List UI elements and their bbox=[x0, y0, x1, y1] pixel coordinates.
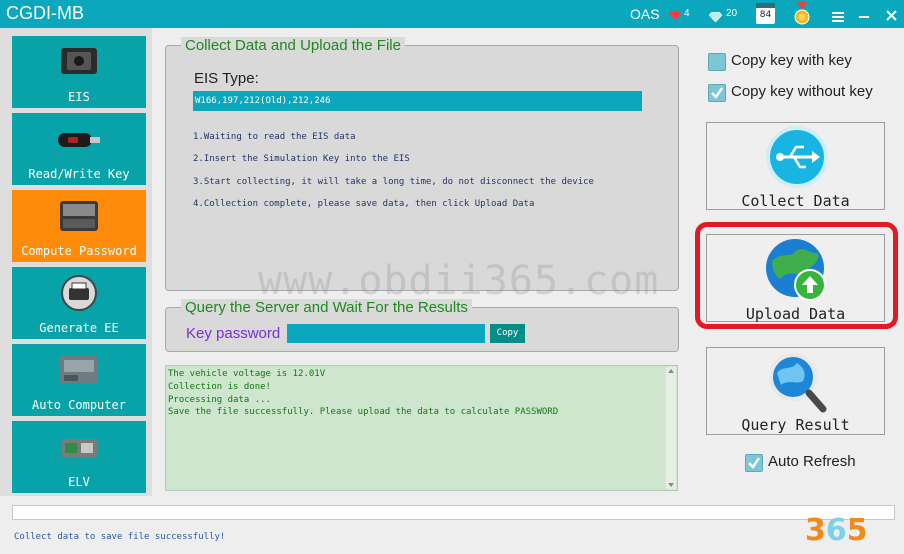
menu-icon[interactable] bbox=[832, 9, 844, 27]
status-message: Collect data to save file successfully! bbox=[14, 532, 226, 542]
obdii365-logo: 365 bbox=[805, 513, 868, 548]
medal-icon[interactable] bbox=[792, 2, 812, 31]
gems-count: 20 bbox=[726, 8, 738, 19]
copy-with-key-label: Copy key with key bbox=[731, 52, 852, 69]
query-panel-title: Query the Server and Wait For the Result… bbox=[181, 299, 472, 316]
sidebar-item-auto-computer[interactable]: Auto Computer bbox=[12, 344, 146, 416]
sidebar-item-compute-password[interactable]: Compute Password bbox=[12, 190, 146, 262]
car-key-icon bbox=[56, 127, 102, 156]
sidebar-item-label: ELV bbox=[68, 475, 90, 489]
close-icon[interactable] bbox=[886, 8, 897, 26]
key-password-field[interactable] bbox=[287, 324, 485, 343]
watermark: www.obdii365.com bbox=[258, 258, 660, 304]
usb-icon bbox=[764, 125, 830, 194]
calendar-day: 84 bbox=[759, 10, 772, 20]
minimize-icon[interactable] bbox=[859, 9, 869, 27]
sidebar-item-label: Generate EE bbox=[39, 321, 119, 335]
sidebar-item-label: Auto Computer bbox=[32, 398, 126, 412]
sidebar-item-label: Compute Password bbox=[21, 244, 137, 258]
collect-data-button[interactable]: Collect Data bbox=[706, 122, 885, 210]
printer-icon bbox=[60, 275, 98, 314]
eis-module-icon bbox=[59, 46, 99, 79]
magnifier-globe-icon bbox=[767, 351, 827, 418]
key-password-label: Key password bbox=[186, 325, 281, 342]
hearts-count: 4 bbox=[684, 8, 690, 19]
progress-bar bbox=[12, 505, 895, 520]
collect-panel-title: Collect Data and Upload the File bbox=[181, 37, 405, 54]
sidebar-item-label: Read/Write Key bbox=[28, 167, 130, 181]
collect-data-label: Collect Data bbox=[741, 192, 850, 210]
title-bar: CGDI-MB OAS 4 20 84 bbox=[0, 0, 904, 28]
ecu-icon bbox=[58, 354, 100, 389]
gem-icon bbox=[708, 9, 723, 27]
check-icon bbox=[748, 457, 760, 469]
sidebar-item-read-write-key[interactable]: Read/Write Key bbox=[12, 113, 146, 185]
sidebar-item-generate-ee[interactable]: Generate EE bbox=[12, 267, 146, 339]
highlight-frame bbox=[695, 222, 898, 329]
sidebar-item-elv[interactable]: ELV bbox=[12, 421, 146, 493]
instruction-step: 2.Insert the Simulation Key into the EIS bbox=[193, 154, 410, 164]
eis-type-label: EIS Type: bbox=[194, 70, 259, 87]
log-line: Collection is done! bbox=[168, 382, 271, 392]
elv-module-icon bbox=[59, 435, 99, 464]
auto-refresh-label: Auto Refresh bbox=[768, 453, 856, 470]
log-line: Processing data ... bbox=[168, 395, 271, 405]
instruction-step: 4.Collection complete, please save data,… bbox=[193, 199, 535, 209]
instruction-step: 3.Start collecting, it will take a long … bbox=[193, 177, 594, 187]
log-line: The vehicle voltage is 12.01V bbox=[168, 369, 326, 379]
sidebar-item-eis[interactable]: EIS bbox=[12, 36, 146, 108]
log-output[interactable]: The vehicle voltage is 12.01V Collection… bbox=[165, 365, 678, 491]
sidebar-item-label: EIS bbox=[68, 90, 90, 104]
log-line: Save the file successfully. Please uploa… bbox=[168, 407, 559, 417]
oas-label[interactable]: OAS bbox=[630, 6, 660, 22]
log-scrollbar[interactable] bbox=[666, 367, 676, 489]
copy-without-key-checkbox[interactable] bbox=[708, 84, 726, 102]
eis-type-field[interactable]: W166,197,212(Old),212,246 bbox=[193, 91, 642, 111]
auto-refresh-checkbox[interactable] bbox=[745, 454, 763, 472]
instruction-step: 1.Waiting to read the EIS data bbox=[193, 132, 356, 142]
scroll-up-icon[interactable] bbox=[668, 369, 674, 373]
sidebar: EIS Read/Write Key Compute Password Gene… bbox=[0, 28, 152, 496]
query-result-button[interactable]: Query Result bbox=[706, 347, 885, 435]
copy-with-key-checkbox[interactable] bbox=[708, 53, 726, 71]
keyboard-icon bbox=[59, 200, 99, 235]
copy-button[interactable]: Copy bbox=[490, 324, 525, 343]
check-icon bbox=[711, 87, 723, 99]
app-window: CGDI-MB OAS 4 20 84 EIS Read/Write Key C… bbox=[0, 0, 904, 554]
heart-icon bbox=[669, 8, 681, 26]
app-title: CGDI-MB bbox=[6, 3, 84, 23]
calendar-icon[interactable]: 84 bbox=[756, 3, 775, 24]
copy-without-key-label: Copy key without key bbox=[731, 83, 873, 100]
scroll-down-icon[interactable] bbox=[668, 483, 674, 487]
query-result-label: Query Result bbox=[741, 416, 850, 434]
